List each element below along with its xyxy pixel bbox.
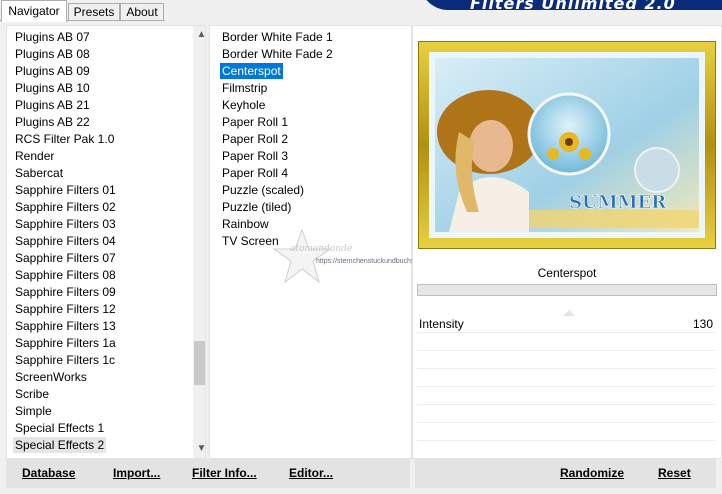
category-item[interactable]: Sapphire Filters 08 <box>13 267 118 283</box>
filter-item[interactable]: Puzzle (scaled) <box>220 182 306 198</box>
category-item[interactable]: Sapphire Filters 03 <box>13 216 118 232</box>
parameter-empty-row <box>417 424 715 441</box>
scroll-up-icon[interactable]: ▲ <box>193 26 205 43</box>
parameter-empty-row <box>417 370 715 387</box>
tab-navigator[interactable]: Navigator <box>1 0 67 22</box>
category-item[interactable]: Sapphire Filters 1a <box>13 335 118 351</box>
filter-item[interactable]: Paper Roll 2 <box>220 131 290 147</box>
tab-bar: Navigator Presets About <box>0 0 722 22</box>
scroll-down-icon[interactable]: ▼ <box>193 440 205 457</box>
preview-text: SUMMER <box>569 192 667 213</box>
parameter-intensity[interactable]: Intensity 130 <box>417 310 715 333</box>
import-button[interactable]: Import... <box>113 459 160 488</box>
category-item[interactable]: Sapphire Filters 1c <box>13 352 117 368</box>
category-list[interactable]: Plugins AB 07 Plugins AB 08 Plugins AB 09 P… <box>6 25 206 459</box>
parameter-label: Intensity <box>419 317 464 331</box>
category-item[interactable]: Sapphire Filters 09 <box>13 284 118 300</box>
category-item[interactable]: Sapphire Filters 07 <box>13 250 118 266</box>
category-item[interactable]: Plugins AB 07 <box>13 29 92 45</box>
scroll-thumb[interactable] <box>194 341 205 385</box>
category-item[interactable]: Sapphire Filters 01 <box>13 182 118 198</box>
category-item[interactable]: RCS Filter Pak 1.0 <box>13 131 116 147</box>
category-item[interactable]: Plugins AB 22 <box>13 114 92 130</box>
category-item[interactable]: Special Effects 2 <box>13 437 107 453</box>
reset-button[interactable]: Reset <box>658 459 691 488</box>
parameter-slider-bar[interactable] <box>417 284 717 296</box>
category-item[interactable]: Simple <box>13 403 54 419</box>
category-item[interactable]: Special Effects 1 <box>13 420 106 436</box>
category-item[interactable]: Plugins AB 08 <box>13 46 92 62</box>
left-button-bar: Database Import... Filter Info... Editor… <box>6 459 410 488</box>
category-item[interactable]: Sapphire Filters 12 <box>13 301 118 317</box>
category-item[interactable]: Sapphire Filters 02 <box>13 199 118 215</box>
randomize-button[interactable]: Randomize <box>560 459 624 488</box>
category-scrollbar[interactable]: ▲ ▼ <box>193 26 205 458</box>
tab-presets[interactable]: Presets <box>68 3 120 20</box>
filter-item[interactable]: Centerspot <box>220 63 283 79</box>
current-filter-name: Centerspot <box>537 266 597 280</box>
filter-item[interactable]: Keyhole <box>220 97 267 113</box>
category-item[interactable]: Plugins AB 21 <box>13 97 92 113</box>
parameter-empty-row <box>417 352 715 369</box>
category-item[interactable]: ScreenWorks <box>13 369 89 385</box>
editor-button[interactable]: Editor... <box>289 459 333 488</box>
parameter-empty-row <box>417 334 715 351</box>
database-button[interactable]: Database <box>22 459 75 488</box>
tab-about[interactable]: About <box>120 3 164 20</box>
filter-item[interactable]: Rainbow <box>220 216 271 232</box>
category-item[interactable]: Plugins AB 09 <box>13 63 92 79</box>
category-item[interactable]: Sapphire Filters 04 <box>13 233 118 249</box>
parameter-empty-row <box>417 388 715 405</box>
slider-marker-icon <box>563 310 575 316</box>
filter-item[interactable]: Filmstrip <box>220 80 269 96</box>
filter-item[interactable]: Border White Fade 1 <box>220 29 335 45</box>
parameter-empty-row <box>417 406 715 423</box>
preview-panel: SUMMER Centerspot Intensity 130 <box>412 25 722 459</box>
preview-image: SUMMER <box>418 41 716 249</box>
parameter-value: 130 <box>692 317 713 331</box>
category-item[interactable]: Plugins AB 10 <box>13 80 92 96</box>
filter-info-button[interactable]: Filter Info... <box>192 459 257 488</box>
right-button-bar: Randomize Reset <box>415 459 716 488</box>
filter-item[interactable]: Paper Roll 3 <box>220 148 290 164</box>
watermark-star-icon <box>272 228 332 284</box>
category-item[interactable]: Sabercat <box>13 165 65 181</box>
category-item[interactable]: Scribe <box>13 386 51 402</box>
watermark-name: atomandonde <box>290 244 353 254</box>
category-item[interactable]: Sapphire Filters 13 <box>13 318 118 334</box>
filter-item[interactable]: Paper Roll 4 <box>220 165 290 181</box>
filter-item[interactable]: Border White Fade 2 <box>220 46 335 62</box>
filter-item[interactable]: Paper Roll 1 <box>220 114 290 130</box>
category-item[interactable]: Render <box>13 148 56 164</box>
filter-item[interactable]: Puzzle (tiled) <box>220 199 293 215</box>
